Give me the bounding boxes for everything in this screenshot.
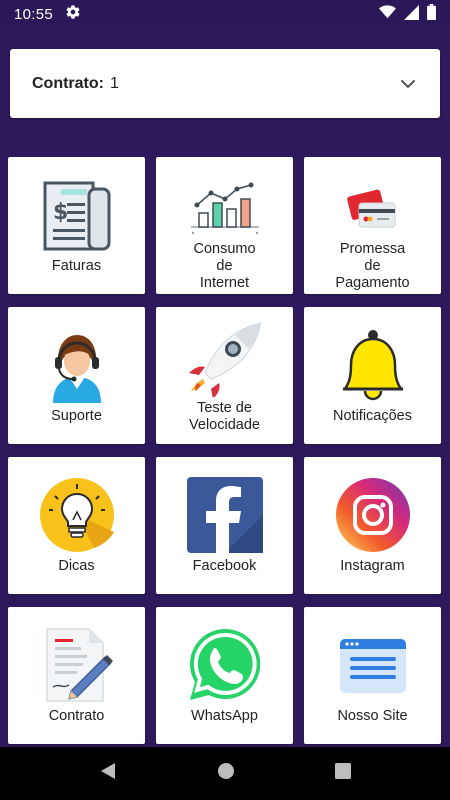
tile-label: Teste de Velocidade	[189, 400, 260, 433]
tile-teste-velocidade[interactable]: Teste de Velocidade	[156, 307, 293, 444]
battery-icon	[427, 4, 436, 24]
chevron-down-icon[interactable]	[398, 74, 418, 94]
tile-label: Contrato	[48, 708, 105, 724]
tile-consumo-internet[interactable]: Consumo de Internet	[156, 157, 293, 294]
navigation-bar	[0, 747, 450, 800]
facebook-icon	[185, 475, 265, 555]
svg-text:$: $	[53, 200, 68, 225]
bell-icon	[333, 325, 413, 405]
tile-label: Notificações	[333, 408, 412, 424]
tile-label: Nosso Site	[337, 708, 408, 724]
gear-icon	[65, 4, 81, 24]
support-agent-icon	[37, 325, 117, 405]
tile-instagram[interactable]: Instagram	[304, 457, 441, 594]
back-icon[interactable]	[99, 762, 117, 785]
contract-selector[interactable]: Contrato: 1	[10, 49, 440, 118]
home-icon[interactable]	[217, 762, 235, 785]
website-icon	[333, 625, 413, 705]
tile-facebook[interactable]: Facebook	[156, 457, 293, 594]
wifi-icon	[379, 5, 396, 23]
instagram-icon	[333, 475, 413, 555]
contract-value: 1	[109, 74, 119, 92]
recents-icon[interactable]	[335, 763, 351, 784]
tile-label: Consumo de Internet	[193, 241, 256, 291]
contract-label: Contrato:	[32, 74, 104, 92]
tile-dicas[interactable]: Dicas	[8, 457, 145, 594]
bar-chart-icon	[185, 169, 265, 249]
tile-notificacoes[interactable]: Notificações	[304, 307, 441, 444]
whatsapp-icon	[185, 625, 265, 705]
tile-promessa-pagamento[interactable]: Promessa de Pagamento	[304, 157, 441, 294]
lightbulb-icon	[37, 475, 117, 555]
contract-document-icon	[37, 625, 117, 705]
tile-suporte[interactable]: Suporte	[8, 307, 145, 444]
tile-label: Suporte	[51, 408, 102, 424]
tile-faturas[interactable]: $ Faturas	[8, 157, 145, 294]
tile-label: Faturas	[51, 258, 102, 274]
signal-icon	[404, 4, 419, 24]
credit-card-icon	[333, 171, 413, 251]
rocket-icon	[185, 317, 265, 397]
tile-label: Dicas	[58, 558, 95, 574]
tile-label: WhatsApp	[191, 708, 258, 724]
status-icons	[379, 4, 436, 24]
invoice-icon: $	[37, 175, 117, 255]
tile-label: Promessa de Pagamento	[335, 241, 410, 291]
tile-nosso-site[interactable]: Nosso Site	[304, 607, 441, 744]
tile-label: Facebook	[192, 558, 257, 574]
status-time: 10:55	[14, 5, 54, 23]
tile-contrato[interactable]: Contrato	[8, 607, 145, 744]
tile-whatsapp[interactable]: WhatsApp	[156, 607, 293, 744]
tile-label: Instagram	[340, 558, 405, 574]
menu-grid: $ Faturas Consumo de Internet Promessa d…	[8, 157, 442, 744]
status-bar: 10:55	[0, 0, 450, 28]
